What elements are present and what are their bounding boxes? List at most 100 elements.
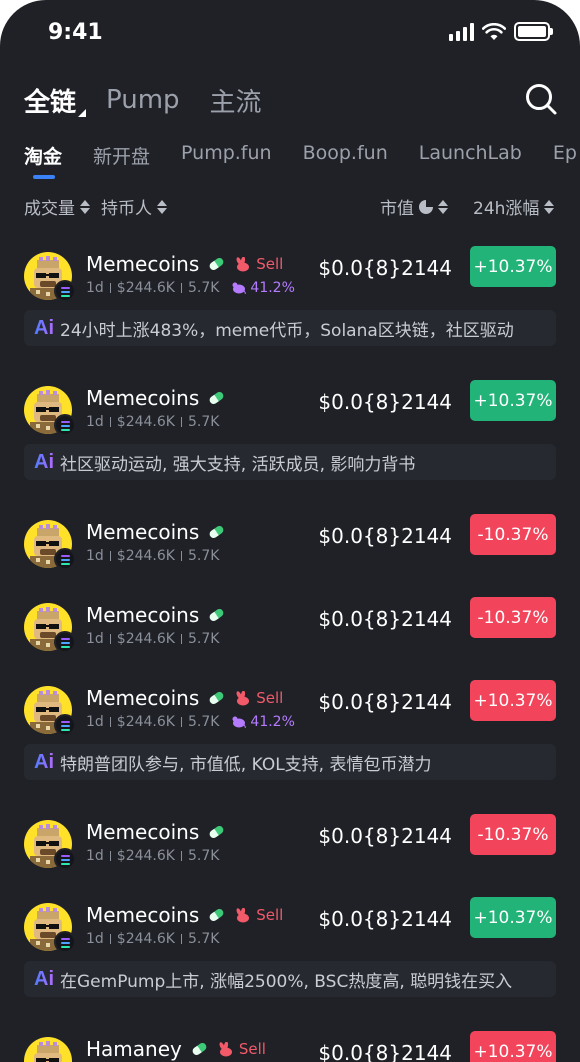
- status-time: 9:41: [48, 20, 103, 45]
- token-age: 1d: [86, 848, 104, 864]
- sell-label: Sell: [238, 1040, 266, 1058]
- token-holders: 5.7K: [187, 548, 220, 564]
- ai-summary[interactable]: Ai 24小时上涨483%，meme代币，Solana区块链，社区驱动: [24, 310, 556, 346]
- ai-summary-text: 24小时上涨483%，meme代币，Solana区块链，社区驱动: [60, 320, 514, 341]
- token-volume: $244.6K: [116, 631, 175, 647]
- token-row[interactable]: Hamaney Sell 1d $244.6K 5.7K $0.0{8}2144…: [24, 1031, 556, 1062]
- change-badge[interactable]: -10.37%: [470, 597, 556, 638]
- divider: [109, 717, 111, 727]
- token-row[interactable]: Memecoins 1d $244.6K 5.7K $0.0{8}2144 -1…: [24, 514, 556, 578]
- token-volume: $244.6K: [116, 931, 175, 947]
- ai-icon: Ai: [34, 750, 54, 773]
- divider: [109, 851, 111, 861]
- subtab-ep[interactable]: Ep: [553, 142, 577, 178]
- change-badge[interactable]: +10.37%: [470, 680, 556, 721]
- pie-chart-icon: [419, 199, 433, 214]
- tab-pump[interactable]: Pump: [106, 85, 180, 115]
- token-row[interactable]: Memecoins 1d $244.6K 5.7K $0.0{8}2144 -1…: [24, 814, 556, 878]
- pill-icon: [208, 524, 226, 540]
- battery-icon: [514, 22, 553, 41]
- wifi-icon: [482, 22, 506, 40]
- pill-icon: [208, 607, 226, 623]
- dropdown-corner-icon: [78, 108, 87, 117]
- solana-chain-icon: [54, 280, 76, 302]
- token-meta: 1d $244.6K 5.7K: [86, 631, 219, 647]
- token-name-line: Memecoins Sell: [86, 903, 283, 927]
- sell-label: Sell: [256, 689, 284, 707]
- pill-icon: [208, 390, 226, 406]
- sort-holders-label: 持币人: [101, 199, 152, 219]
- sort-header: 成交量 持币人 市值 24h涨幅: [24, 194, 556, 219]
- sort-arrows-icon: [544, 199, 555, 214]
- pill-icon: [208, 256, 226, 272]
- token-name: Hamaney: [86, 1037, 182, 1061]
- token-name: Memecoins: [86, 520, 200, 544]
- rat-percentage: 41.2%: [231, 714, 295, 730]
- token-name: Memecoins: [86, 386, 200, 410]
- ai-summary[interactable]: Ai 特朗普团队参与, 市值低, KOL支持, 表情包币潜力: [24, 744, 556, 780]
- token-row[interactable]: Memecoins 1d $244.6K 5.7K $0.0{8}2144 +1…: [24, 380, 556, 444]
- token-meta: 1d $244.6K 5.7K: [86, 848, 219, 864]
- tab-mainstream[interactable]: 主流: [210, 82, 262, 119]
- token-holders: 5.7K: [187, 414, 220, 430]
- ai-summary[interactable]: Ai 在GemPump上市, 涨幅2500%, BSC热度高, 聪明钱在买入: [24, 961, 556, 997]
- token-meta: 1d $244.6K 5.7K 41.2%: [86, 714, 295, 730]
- token-volume: $244.6K: [116, 714, 175, 730]
- token-name-line: Memecoins: [86, 520, 226, 544]
- change-badge[interactable]: -10.37%: [470, 514, 556, 555]
- change-badge[interactable]: +10.37%: [470, 897, 556, 938]
- rabbit-icon: [236, 690, 250, 705]
- sort-change-label: 24h涨幅: [473, 199, 540, 219]
- rat-percentage: 41.2%: [231, 280, 295, 296]
- sort-arrows-icon: [157, 199, 167, 214]
- token-holders: 5.7K: [187, 631, 220, 647]
- subtab-gold-rush[interactable]: 淘金: [24, 142, 62, 179]
- token-price: $0.0{8}2144: [318, 256, 452, 280]
- token-row[interactable]: Memecoins Sell 1d $244.6K 5.7K 41.2% $0.…: [24, 246, 556, 310]
- token-name: Memecoins: [86, 252, 200, 276]
- sort-arrows-icon: [438, 199, 448, 214]
- sort-volume[interactable]: 成交量: [24, 194, 90, 219]
- token-price: $0.0{8}2144: [318, 824, 452, 848]
- search-icon[interactable]: [524, 82, 558, 116]
- rat-pct-value: 41.2%: [250, 714, 295, 730]
- token-name-line: Memecoins: [86, 386, 226, 410]
- tab-all-chains[interactable]: 全链: [24, 82, 87, 119]
- token-row[interactable]: Memecoins Sell 1d $244.6K 5.7K 41.2% $0.…: [24, 680, 556, 744]
- subtab-pump-fun[interactable]: Pump.fun: [181, 142, 272, 178]
- rat-pct-value: 41.2%: [250, 280, 295, 296]
- rat-icon: [232, 716, 247, 728]
- subtab-boop-fun[interactable]: Boop.fun: [303, 142, 388, 178]
- token-price: $0.0{8}2144: [318, 607, 452, 631]
- sort-arrows-icon: [80, 199, 90, 214]
- change-badge[interactable]: +10.37%: [470, 380, 556, 421]
- token-name-line: Memecoins Sell: [86, 686, 283, 710]
- token-name: Memecoins: [86, 903, 200, 927]
- token-price: $0.0{8}2144: [318, 390, 452, 414]
- sell-badge: Sell: [217, 1040, 266, 1058]
- change-badge[interactable]: +10.37%: [470, 246, 556, 287]
- token-name: Memecoins: [86, 603, 200, 627]
- sort-market-cap[interactable]: 市值: [380, 194, 448, 219]
- rabbit-icon: [236, 256, 250, 271]
- ai-summary[interactable]: Ai 社区驱动运动, 强大支持, 活跃成员, 影响力背书: [24, 444, 556, 480]
- subtab-launchlab[interactable]: LaunchLab: [419, 142, 522, 178]
- divider: [109, 934, 111, 944]
- change-badge[interactable]: +10.37%: [470, 1031, 556, 1062]
- divider: [180, 634, 182, 644]
- token-row[interactable]: Memecoins 1d $244.6K 5.7K $0.0{8}2144 -1…: [24, 597, 556, 661]
- rabbit-icon: [236, 907, 250, 922]
- ai-icon: Ai: [34, 450, 54, 473]
- token-row[interactable]: Memecoins Sell 1d $244.6K 5.7K $0.0{8}21…: [24, 897, 556, 961]
- ai-icon: Ai: [34, 967, 54, 990]
- token-avatar: [24, 1037, 72, 1062]
- sort-24h-change[interactable]: 24h涨幅: [473, 194, 555, 219]
- sort-mcap-label: 市值: [380, 199, 414, 219]
- solana-chain-icon: [54, 414, 76, 436]
- token-price: $0.0{8}2144: [318, 690, 452, 714]
- token-meta: 1d $244.6K 5.7K 41.2%: [86, 280, 295, 296]
- subtab-new-listings[interactable]: 新开盘: [93, 142, 150, 178]
- sort-holders[interactable]: 持币人: [101, 194, 167, 219]
- change-badge[interactable]: -10.37%: [470, 814, 556, 855]
- cellular-signal-icon: [449, 22, 474, 41]
